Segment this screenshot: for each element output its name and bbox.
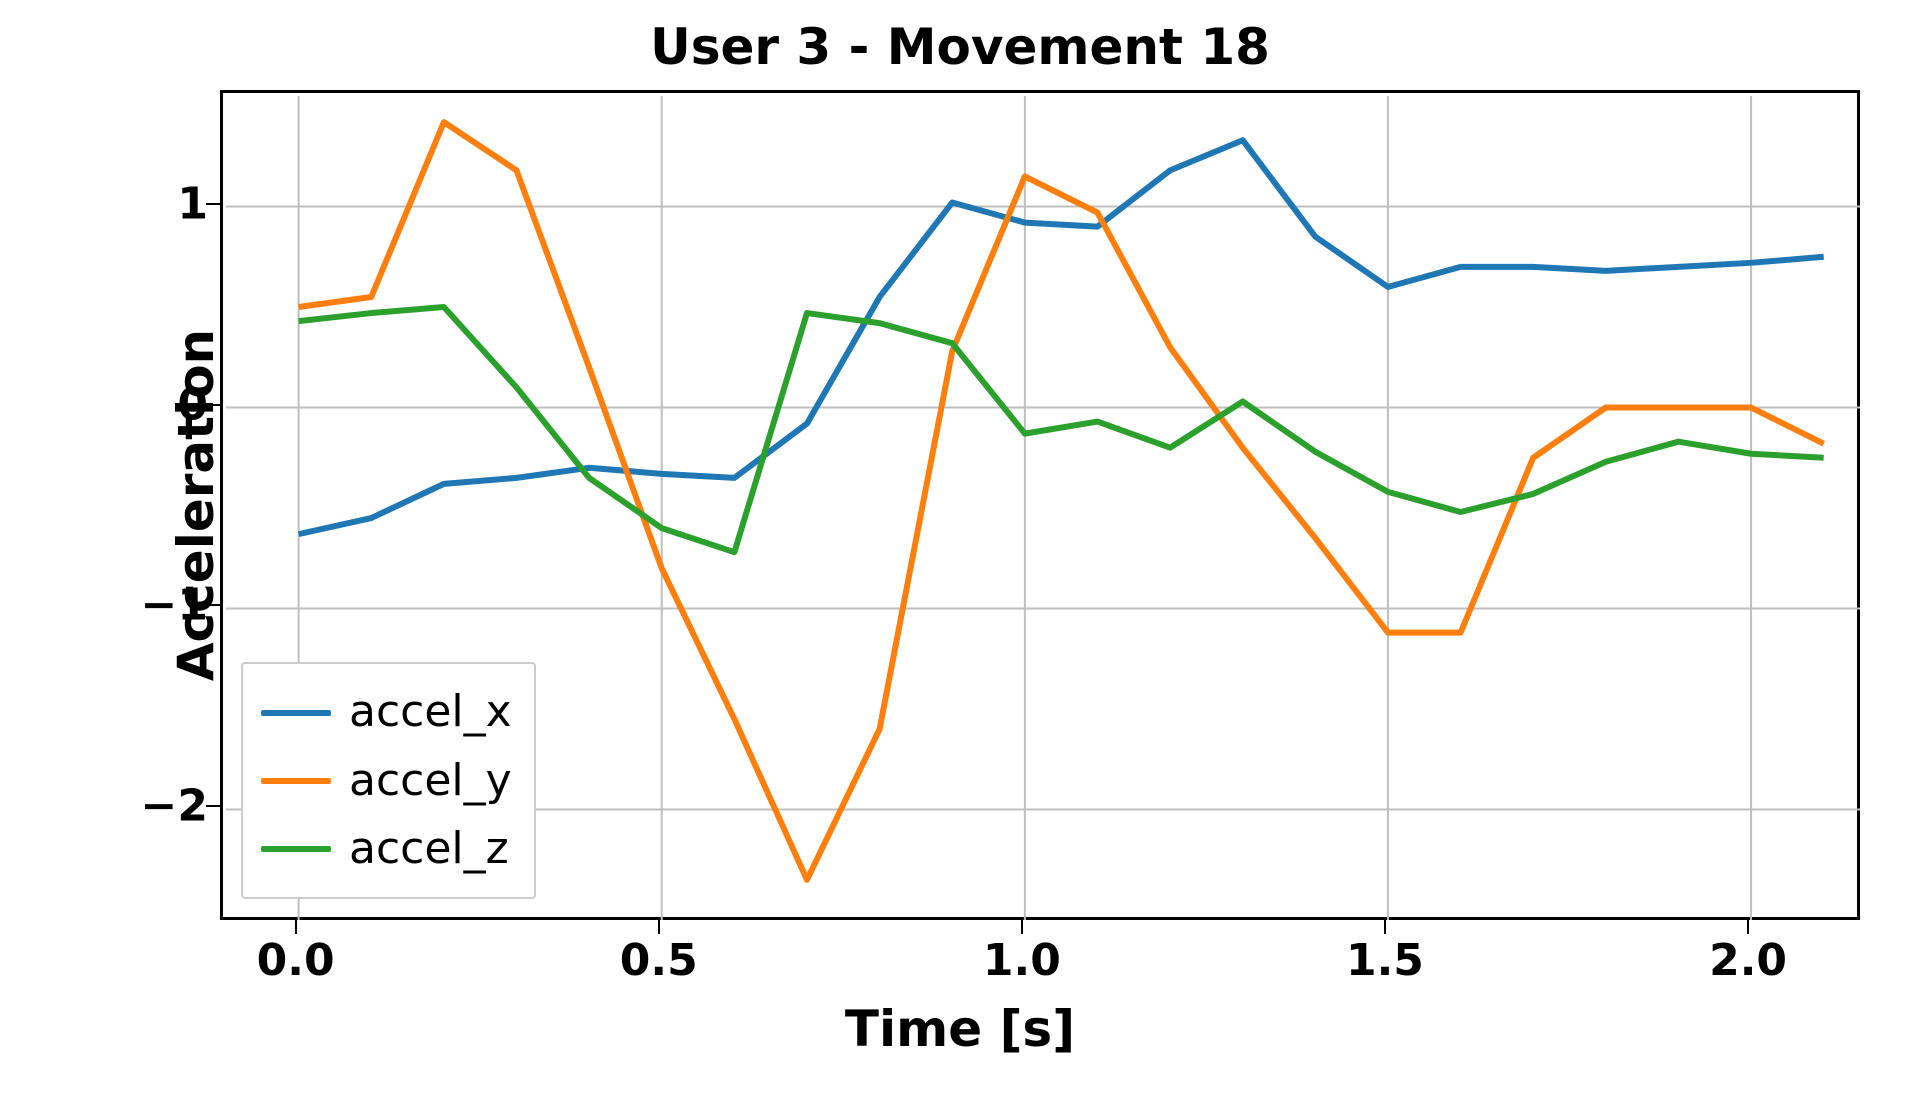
- y-tick-label: −2: [88, 781, 208, 832]
- x-axis-label: Time [s]: [0, 1000, 1920, 1058]
- series-accel_z: [299, 307, 1824, 552]
- x-tick-label: 2.0: [1709, 935, 1787, 986]
- legend-item: accel_y: [261, 747, 512, 815]
- legend-item: accel_z: [261, 815, 512, 883]
- legend-label: accel_z: [349, 815, 509, 883]
- legend-label: accel_y: [349, 747, 512, 815]
- chart: User 3 - Movement 18 Acceleration Time […: [0, 0, 1920, 1112]
- chart-title: User 3 - Movement 18: [0, 18, 1920, 76]
- plot-area: accel_xaccel_yaccel_z: [220, 90, 1860, 920]
- legend-swatch-icon: [261, 778, 331, 784]
- x-tick-label: 1.5: [1346, 935, 1424, 986]
- y-tick-label: 0: [88, 379, 208, 430]
- x-tick-label: 0.0: [257, 935, 335, 986]
- y-tick-label: −1: [88, 580, 208, 631]
- legend-swatch-icon: [261, 846, 331, 852]
- y-tick-label: 1: [88, 178, 208, 229]
- legend-label: accel_x: [349, 678, 512, 746]
- legend: accel_xaccel_yaccel_z: [241, 662, 536, 899]
- legend-swatch-icon: [261, 710, 331, 716]
- legend-item: accel_x: [261, 678, 512, 746]
- x-tick-label: 1.0: [983, 935, 1061, 986]
- x-tick-label: 0.5: [620, 935, 698, 986]
